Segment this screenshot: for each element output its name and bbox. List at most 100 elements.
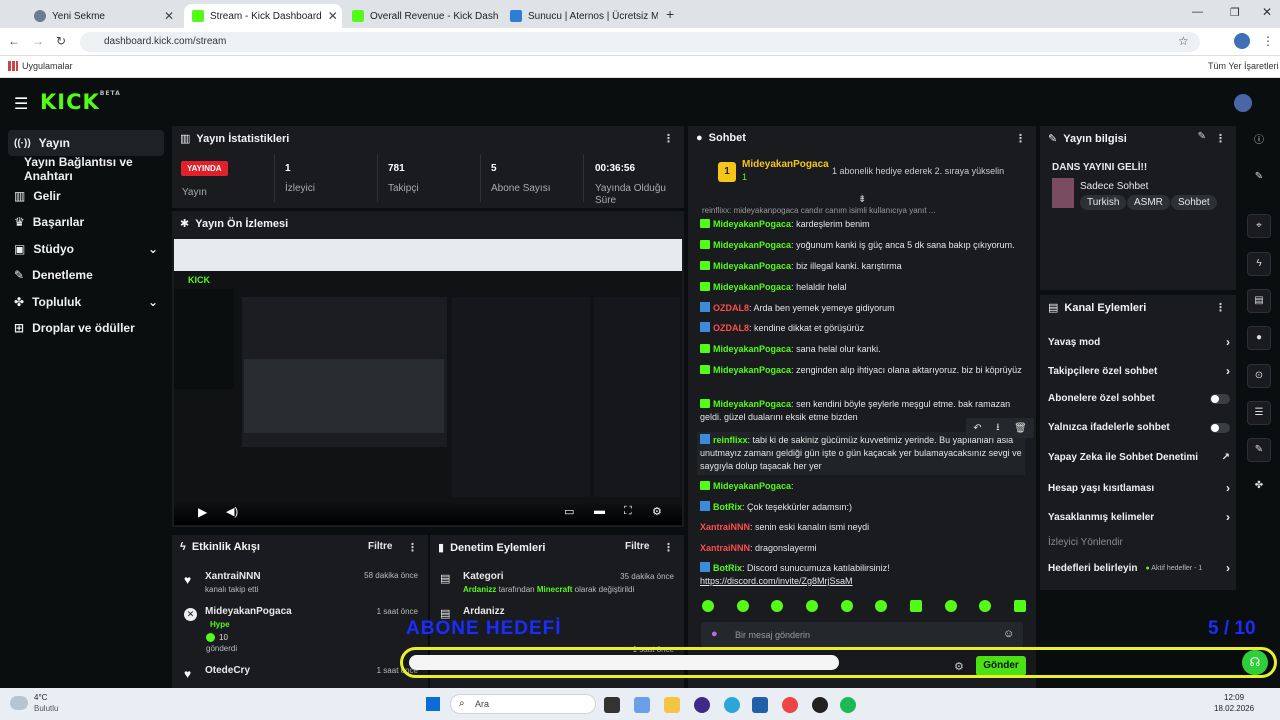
chat-username[interactable]: OZDAL8 xyxy=(713,323,749,333)
edge-icon[interactable] xyxy=(724,697,740,713)
chat-username[interactable]: MideyakanPogaca xyxy=(713,261,791,271)
browser-tab[interactable]: Sunucu | Aternos | Ücretsiz Min✕ xyxy=(502,4,658,28)
fullscreen-icon[interactable]: ⛶ xyxy=(624,505,632,518)
chat-username[interactable]: MideyakanPogaca xyxy=(713,399,791,409)
account-age-row[interactable]: Hesap yaşı kısıtlaması › xyxy=(1048,481,1230,495)
list-icon[interactable]: ☰ xyxy=(1247,401,1271,425)
browser-tab[interactable]: Yeni Sekme ✕ xyxy=(26,4,182,28)
filter-button[interactable]: Filtre xyxy=(625,541,649,552)
emote-icon[interactable] xyxy=(805,600,818,612)
chat-message[interactable]: MideyakanPogaca: xyxy=(700,480,1022,493)
target-icon[interactable]: ⌖ xyxy=(1247,214,1271,238)
more-options-icon[interactable]: ⋮ xyxy=(1215,132,1226,145)
chat-username[interactable]: MideyakanPogaca xyxy=(713,365,791,375)
back-icon[interactable]: ← xyxy=(8,34,20,48)
browser-tab-active[interactable]: Stream - Kick Dashboard ✕ xyxy=(184,4,342,28)
sidebar-item-droplar[interactable]: ⊞ Droplar ve ödüller xyxy=(8,315,164,341)
broadcast-icon[interactable]: ⊙ xyxy=(1247,364,1271,388)
tag-chip[interactable]: Sohbet xyxy=(1171,195,1217,210)
chat-message[interactable]: OZDAL8: Arda ben yemek yemeye gidiyorum xyxy=(700,302,1022,315)
obs-icon[interactable] xyxy=(694,697,710,713)
wrench-icon[interactable]: ✎ xyxy=(1247,438,1271,462)
close-icon[interactable]: ✕ xyxy=(164,9,174,23)
community-icon[interactable]: ✤ xyxy=(1247,475,1271,499)
spotify-icon[interactable] xyxy=(840,697,856,713)
followers-only-row[interactable]: Takipçilere özel sohbet › xyxy=(1048,364,1230,378)
pip-icon[interactable]: ▭ xyxy=(564,505,574,518)
url-input[interactable]: dashboard.kick.com/stream xyxy=(80,32,1200,52)
chat-message[interactable]: OZDAL8: kendine dikkat et görüşürüz xyxy=(700,322,1022,335)
chat-username[interactable]: BotRix xyxy=(713,563,742,573)
emote-icon[interactable] xyxy=(875,600,888,612)
emoji-icon[interactable]: ☺ xyxy=(1003,628,1014,640)
sidebar-item-topluluk[interactable]: ✤ Topluluk ⌄ xyxy=(8,289,164,315)
edit-pencil-icon[interactable]: ✎ xyxy=(1198,131,1206,142)
banned-words-row[interactable]: Yasaklanmış kelimeler › xyxy=(1048,510,1230,524)
category-name[interactable]: Sadece Sohbet xyxy=(1080,181,1148,192)
ai-moderation-row[interactable]: Yapay Zeka ile Sohbet Denetimi ↗ xyxy=(1048,452,1230,463)
activity-user[interactable]: OtedeCry xyxy=(205,665,250,676)
maximize-icon[interactable]: ❐ xyxy=(1230,6,1240,19)
profile-avatar[interactable] xyxy=(1234,33,1250,49)
subscribers-only-toggle[interactable] xyxy=(1210,393,1230,404)
sidebar-item-studyo[interactable]: ▣ Stüdyo ⌄ xyxy=(8,236,164,262)
chat-username[interactable]: MideyakanPogaca xyxy=(713,344,791,354)
microphone-icon[interactable]: ● xyxy=(711,628,718,640)
top-gifter-name[interactable]: MideyakanPogaca xyxy=(742,159,829,170)
trash-icon[interactable]: 🗑 xyxy=(1014,423,1027,434)
windows-start-icon[interactable] xyxy=(426,697,440,711)
more-options-icon[interactable]: ⋮ xyxy=(407,541,418,554)
menu-icon[interactable]: ⋮ xyxy=(1262,34,1274,48)
widget-icon[interactable] xyxy=(634,697,650,713)
emote-icon[interactable] xyxy=(840,600,853,612)
minimize-icon[interactable]: — xyxy=(1192,6,1203,18)
more-options-icon[interactable]: ⋮ xyxy=(663,132,674,145)
settings-gear-icon[interactable]: ⚙ xyxy=(652,505,662,518)
sidebar-item-basarilar[interactable]: ♛ Başarılar xyxy=(8,209,164,235)
chat-message[interactable]: MideyakanPogaca: sana helal olur kanki. xyxy=(700,343,1022,356)
chat-username[interactable]: MideyakanPogaca xyxy=(713,282,791,292)
chat-message[interactable]: MideyakanPogaca: biz illegal kanki. karı… xyxy=(700,260,1022,273)
sidebar-item-denetleme[interactable]: ✎ Denetleme xyxy=(8,262,164,288)
chat-username[interactable]: MideyakanPogaca xyxy=(713,481,791,491)
sidebar-item-stream-key[interactable]: Yayın Bağlantısı ve Anahtarı xyxy=(18,155,174,183)
stream-preview-video[interactable]: KICK ▶ ◀) ▭ ▬ ⛶ ⚙ xyxy=(174,239,682,525)
chat-message[interactable]: BotRix: Çok teşekkürler adamsın:) xyxy=(700,501,1022,514)
file-explorer-icon[interactable] xyxy=(664,697,680,713)
play-icon[interactable]: ▶ xyxy=(198,505,207,519)
activity-user[interactable]: MideyakanPogaca xyxy=(205,606,292,617)
chat-username[interactable]: XantraiNNN xyxy=(700,522,750,532)
edit-pencil-icon[interactable]: ✎ xyxy=(1247,166,1271,190)
chat-username[interactable]: MideyakanPogaca xyxy=(713,240,791,250)
forward-icon[interactable]: → xyxy=(32,34,44,48)
bookmark-all[interactable]: Tüm Yer İşaretleri xyxy=(1208,61,1279,71)
chat-message[interactable]: XantraiNNN: senin eski kanalın ismi neyd… xyxy=(700,521,1022,534)
emote-icon[interactable] xyxy=(736,600,749,612)
tag-chip[interactable]: ASMR xyxy=(1127,195,1170,210)
chat-username[interactable]: XantraiNNN xyxy=(700,543,750,553)
filter-button[interactable]: Filtre xyxy=(368,541,392,552)
hamburger-menu-icon[interactable]: ☰ xyxy=(14,94,28,114)
taskbar-search[interactable]: ⌕ Ara xyxy=(450,694,596,714)
app-icon[interactable] xyxy=(812,697,828,713)
chat-message[interactable]: reinflixx: tabi ki de sakiniz gücümüz ku… xyxy=(697,432,1025,475)
chat-message[interactable]: MideyakanPogaca: yoğunum kanki iş güç an… xyxy=(700,239,1022,252)
lightning-icon[interactable]: ϟ xyxy=(1247,252,1271,276)
browser-tab[interactable]: Overall Revenue - Kick Dashbo✕ xyxy=(344,4,498,28)
chat-username[interactable]: reinflixx xyxy=(713,435,748,445)
store-icon[interactable] xyxy=(752,697,768,713)
emote-icon[interactable] xyxy=(1013,600,1026,612)
close-window-icon[interactable]: ✕ xyxy=(1262,5,1272,19)
emote-icon[interactable] xyxy=(944,600,957,612)
taskview-icon[interactable] xyxy=(604,697,620,713)
pinned-collapse-icon[interactable]: ⇟ xyxy=(858,194,866,205)
more-options-icon[interactable]: ⋮ xyxy=(663,541,674,554)
user-avatar[interactable] xyxy=(1234,94,1252,112)
chat-username[interactable]: OZDAL8 xyxy=(713,303,749,313)
chat-message[interactable]: BotRix: Discord sunucumuza katılabilirsi… xyxy=(700,562,1022,588)
document-icon[interactable]: ▤ xyxy=(1247,289,1271,313)
bookmark-star-icon[interactable]: ☆ xyxy=(1178,34,1189,48)
slow-mode-row[interactable]: Yavaş mod › xyxy=(1048,335,1230,349)
chat-bubble-icon[interactable]: ● xyxy=(1247,326,1271,350)
close-icon[interactable]: ✕ xyxy=(328,9,338,23)
